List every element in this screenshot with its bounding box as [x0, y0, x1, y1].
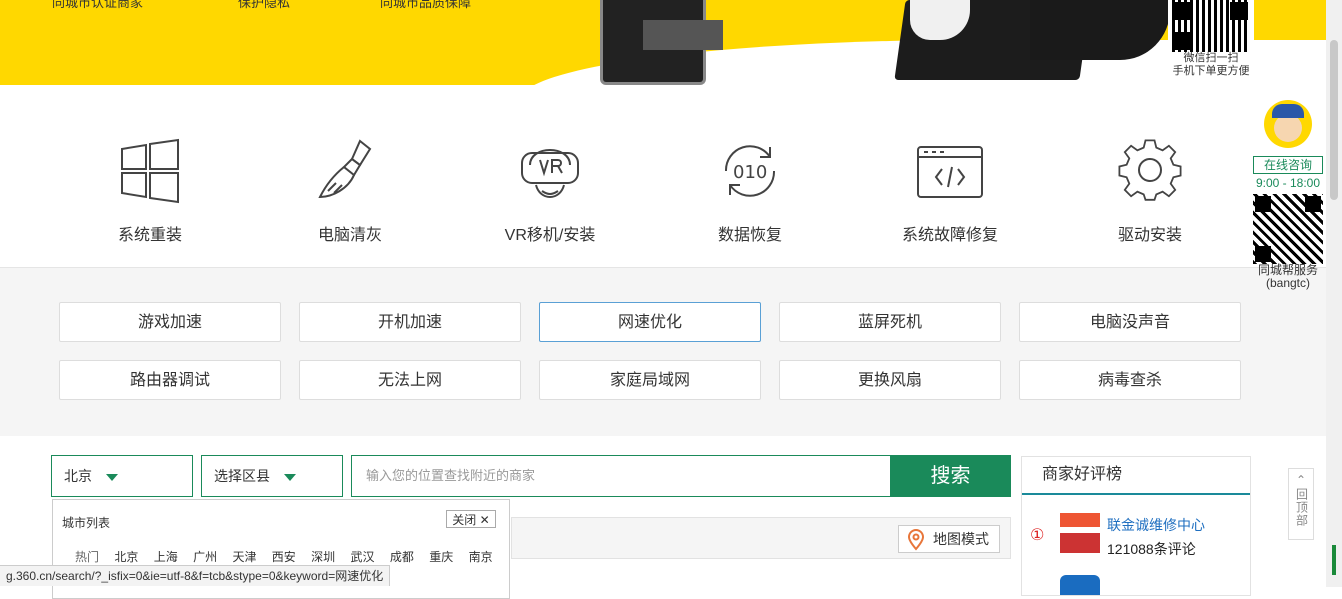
qr-caption-1: 微信扫一扫	[1183, 52, 1239, 64]
close-icon: ✕	[479, 513, 490, 527]
scroll-indicator	[1332, 545, 1336, 575]
district-select-value: 选择区县	[214, 468, 270, 484]
service-label: 数据恢复	[717, 227, 782, 244]
service-clean[interactable]: 电脑清灰	[250, 135, 450, 245]
up-arrow-icon: ⌃	[1295, 473, 1307, 487]
tool-case-image	[600, 0, 723, 85]
dropdown-arrow-icon	[106, 473, 118, 481]
service-fault-repair[interactable]: 系统故障修复	[850, 135, 1050, 245]
tag-item[interactable]: 开机加速	[299, 302, 521, 342]
tag-item[interactable]: 家庭局域网	[539, 360, 761, 400]
status-bar-url: g.360.cn/search/?_isfix=0&ie=utf-8&f=tcb…	[0, 565, 391, 586]
service-label: 电脑清灰	[317, 227, 382, 244]
ranking-item[interactable]: ① 联金诚维修中心 121088条评论	[1030, 513, 1240, 557]
tag-item[interactable]: 路由器调试	[59, 360, 281, 400]
back-to-top-button[interactable]: ⌃ 回顶部	[1288, 468, 1314, 540]
merchant-name-link[interactable]: 联金诚维修中心	[1107, 515, 1205, 535]
qr-caption-2: 手机下单更方便	[1172, 65, 1250, 77]
scrollbar-thumb[interactable]	[1330, 40, 1338, 200]
city-link[interactable]: 上海	[154, 550, 178, 564]
hot-label: 热门	[75, 550, 100, 564]
city-link[interactable]: 西安	[272, 550, 296, 564]
service-caption-2: (bangtc)	[1265, 276, 1311, 290]
gear-icon	[1118, 139, 1182, 201]
service-avatar-icon	[1264, 100, 1312, 148]
merchant-thumbnail[interactable]	[1060, 575, 1100, 595]
service-data-recovery[interactable]: 010 数据恢复	[650, 135, 850, 245]
merchant-thumbnail[interactable]	[1060, 513, 1100, 553]
tag-item[interactable]: 蓝屏死机	[779, 302, 1001, 342]
tag-item[interactable]: 更换风扇	[779, 360, 1001, 400]
city-link[interactable]: 北京	[114, 550, 138, 564]
svg-text:010: 010	[733, 162, 767, 183]
rank-number: ①	[1030, 527, 1045, 544]
city-list-title: 城市列表	[62, 516, 111, 530]
service-label: VR移机/安装	[504, 227, 596, 244]
windows-icon	[121, 138, 179, 204]
service-label: 驱动安装	[1117, 227, 1182, 244]
ranking-title: 商家好评榜	[1022, 457, 1250, 495]
map-mode-button[interactable]: 地图模式	[898, 525, 1000, 553]
issue-tags: 游戏加速 开机加速 网速优化 蓝屏死机 电脑没声音 路由器调试 无法上网 家庭局…	[0, 267, 1342, 436]
city-select[interactable]: 北京	[51, 455, 193, 497]
qr-code-icon	[1253, 194, 1323, 264]
location-search-input[interactable]: 输入您的位置查找附近的商家	[351, 455, 891, 497]
banner-text-quality: 同城市品质保障	[380, 0, 472, 10]
close-label: 关闭	[452, 513, 477, 527]
tag-item[interactable]: 无法上网	[299, 360, 521, 400]
brush-icon	[318, 139, 372, 199]
city-link[interactable]: 成都	[390, 550, 414, 564]
service-hours: 9:00 - 18:00	[1255, 176, 1321, 190]
tag-item[interactable]: 病毒查杀	[1019, 360, 1241, 400]
service-driver[interactable]: 驱动安装	[1050, 135, 1250, 245]
qr-code-icon	[1172, 0, 1250, 52]
review-count: 121088条评论	[1107, 541, 1196, 557]
vertical-scrollbar[interactable]	[1326, 0, 1342, 587]
city-link[interactable]: 南京	[469, 550, 493, 564]
tag-item[interactable]: 电脑没声音	[1019, 302, 1241, 342]
city-link[interactable]: 深圳	[311, 550, 335, 564]
dropdown-arrow-icon	[284, 473, 296, 481]
service-categories: 系统重装 电脑清灰 VR移机/安装 010 数据恢复 系统故障修复 驱动安装	[0, 85, 1250, 267]
service-vr[interactable]: VR移机/安装	[450, 135, 650, 245]
close-button[interactable]: 关闭 ✕	[446, 510, 496, 528]
side-service-widget: 在线咨询 9:00 - 18:00 同城帮服务 (bangtc)	[1250, 100, 1326, 290]
district-select[interactable]: 选择区县	[201, 455, 343, 497]
banner-text-certified: 同城市认证商家	[52, 0, 144, 10]
tag-item-active[interactable]: 网速优化	[539, 302, 761, 342]
city-link[interactable]: 天津	[232, 550, 256, 564]
banner-text-privacy: 保护隐私	[238, 0, 291, 10]
top-banner: 同城市认证商家 保护隐私 同城市品质保障 微信扫一扫 手机下单更方便	[0, 0, 1342, 85]
online-consult-button[interactable]: 在线咨询	[1253, 156, 1323, 174]
city-link[interactable]: 重庆	[429, 550, 453, 564]
search-button[interactable]: 搜索	[890, 455, 1011, 497]
city-select-value: 北京	[64, 468, 92, 484]
code-window-icon	[917, 146, 983, 198]
city-link[interactable]: 广州	[193, 550, 217, 564]
map-mode-label: 地图模式	[933, 531, 989, 547]
hot-city-list: 热门 北京 上海 广州 天津 西安 深圳 武汉 成都 重庆 南京	[75, 548, 505, 565]
tag-item[interactable]: 游戏加速	[59, 302, 281, 342]
map-toolbar: 地图模式	[511, 517, 1011, 559]
wechat-qr: 微信扫一扫 手机下单更方便	[1168, 0, 1254, 85]
service-label: 系统故障修复	[901, 227, 998, 244]
service-reinstall[interactable]: 系统重装	[50, 135, 250, 245]
service-label: 系统重装	[117, 227, 182, 244]
data-recovery-icon: 010	[724, 145, 776, 197]
map-pin-icon	[907, 529, 925, 551]
back-to-top-label: 回顶部	[1294, 488, 1309, 527]
vr-headset-icon	[521, 149, 579, 198]
merchant-ranking: 商家好评榜 ① 联金诚维修中心 121088条评论	[1021, 456, 1251, 596]
city-link[interactable]: 武汉	[351, 550, 375, 564]
